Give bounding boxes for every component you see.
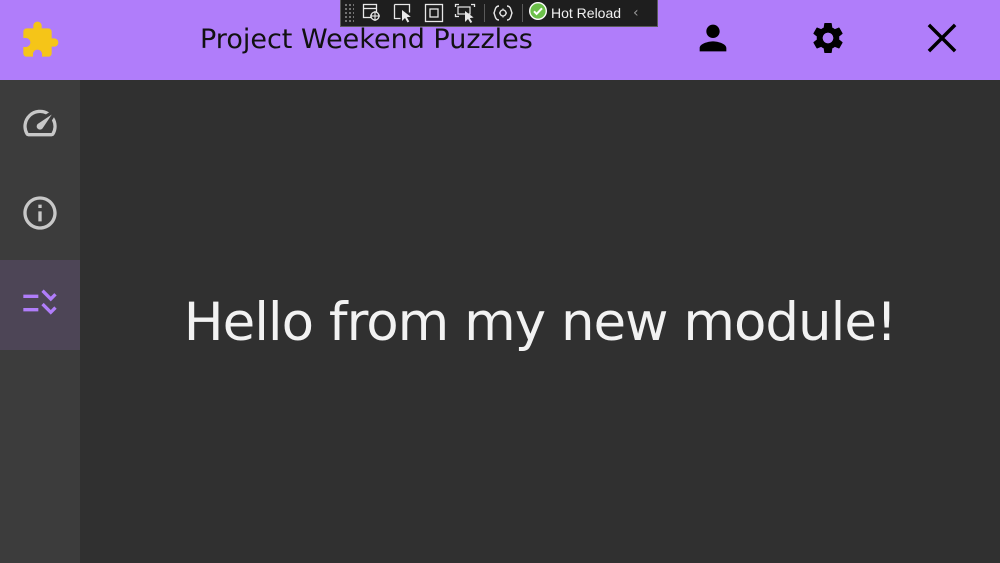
select-element-icon[interactable] xyxy=(359,2,385,24)
nav-item-tasks[interactable] xyxy=(0,260,80,350)
gear-icon xyxy=(810,20,846,60)
toolbar-grip-handle[interactable] xyxy=(344,2,354,24)
close-button[interactable] xyxy=(920,18,964,62)
module-greeting: Hello from my new module! xyxy=(183,292,897,353)
layout-adorners-icon[interactable] xyxy=(421,2,447,24)
user-button[interactable] xyxy=(691,18,735,62)
settings-button[interactable] xyxy=(806,18,850,62)
puzzle-piece-icon xyxy=(20,20,60,60)
navigation-sidebar xyxy=(0,80,80,563)
app-title: Project Weekend Puzzles xyxy=(200,24,533,55)
debug-toolbar: Hot Reload ‹ xyxy=(340,0,658,27)
hot-reload-button[interactable]: Hot Reload xyxy=(528,2,621,24)
hot-reload-label: Hot Reload xyxy=(551,5,622,21)
speedometer-icon xyxy=(20,103,60,147)
task-checklist-icon xyxy=(20,283,60,327)
info-icon xyxy=(20,193,60,237)
app-window: Project Weekend Puzzles Hot Reload ‹ Hel… xyxy=(0,0,1000,563)
nav-item-info[interactable] xyxy=(0,170,80,260)
person-icon xyxy=(693,18,733,62)
binding-failures-icon[interactable] xyxy=(490,2,516,24)
pointer-icon[interactable] xyxy=(390,2,416,24)
module-content: Hello from my new module! xyxy=(80,80,1000,563)
toolbar-separator xyxy=(522,4,523,22)
nav-item-dashboard[interactable] xyxy=(0,80,80,170)
close-icon xyxy=(923,19,961,61)
toolbar-separator xyxy=(484,4,485,22)
track-focus-icon[interactable] xyxy=(452,2,478,24)
chevron-left-icon[interactable]: ‹ xyxy=(633,5,639,21)
title-bar: Project Weekend Puzzles Hot Reload ‹ xyxy=(0,0,1000,80)
check-circle-icon xyxy=(528,1,548,25)
